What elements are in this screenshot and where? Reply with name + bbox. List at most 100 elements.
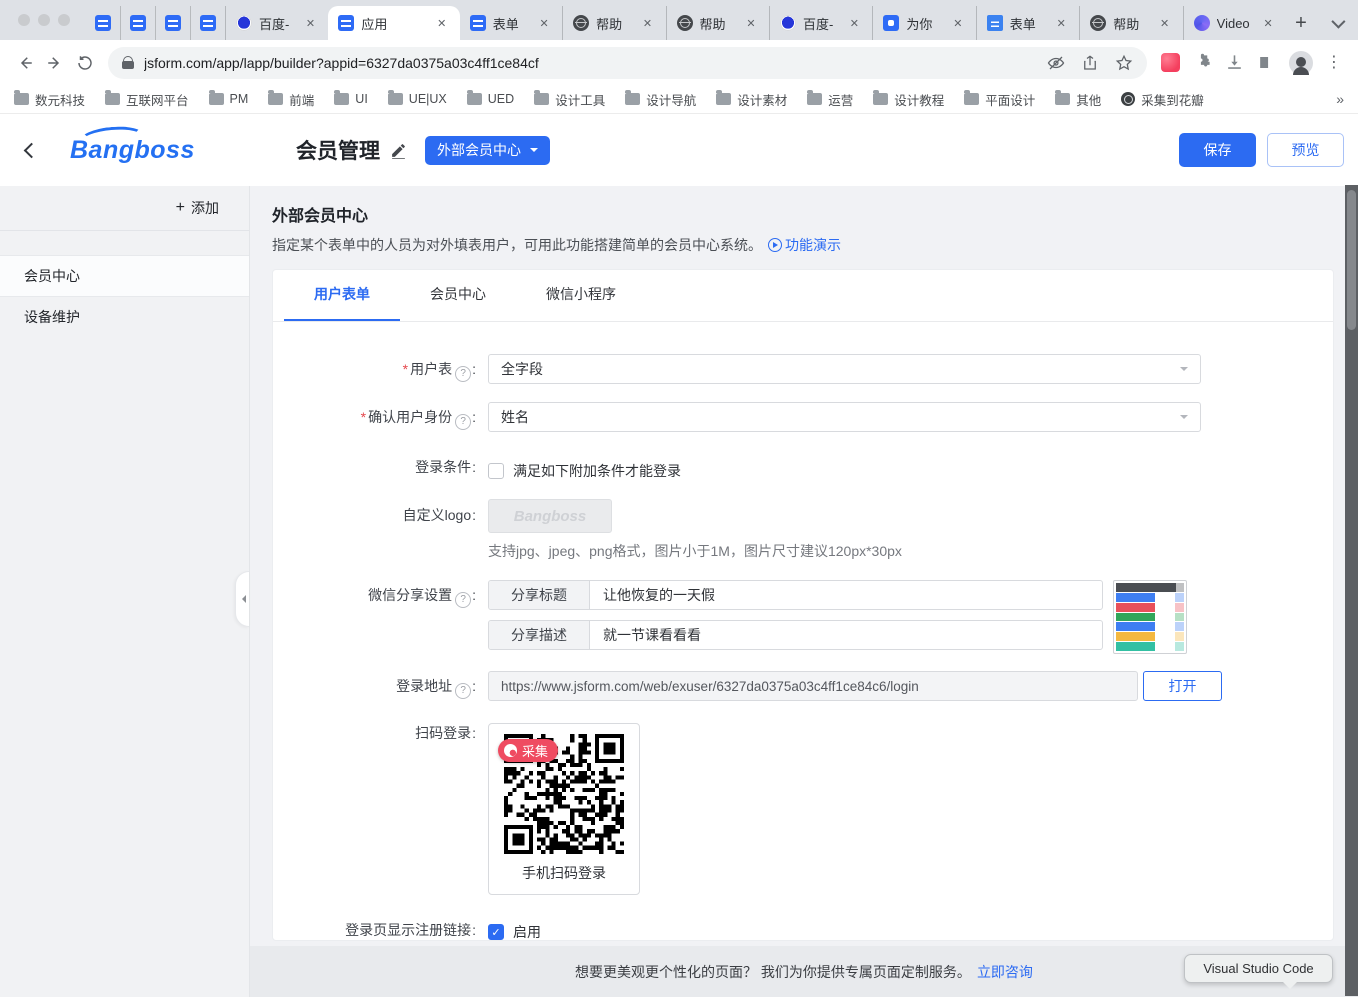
browser-tab[interactable]: 为你: [872, 6, 975, 40]
browser-tab[interactable]: 帮助: [666, 6, 769, 40]
browser-tab[interactable]: 百度-: [769, 6, 872, 40]
close-icon[interactable]: [640, 15, 656, 31]
huaban-extension-icon[interactable]: [1161, 53, 1180, 72]
downloads-icon[interactable]: [1225, 53, 1244, 72]
doc-icon: [987, 15, 1003, 31]
feature-demo-link[interactable]: 功能演示: [768, 235, 841, 255]
bookmark-label: 前端: [289, 90, 314, 109]
identity-row: 确认用户身份 姓名: [273, 402, 1333, 432]
browser-tab[interactable]: 表单: [460, 6, 562, 40]
browser-tab[interactable]: 应用: [328, 6, 459, 40]
browser-tab[interactable]: 百度-: [225, 6, 328, 40]
bookmark-item[interactable]: 设计工具: [534, 90, 605, 109]
close-icon[interactable]: [950, 15, 966, 31]
browser-menu-icon[interactable]: [1326, 55, 1342, 71]
help-icon[interactable]: [455, 683, 471, 699]
logo-upload-preview[interactable]: Bangboss: [488, 499, 612, 533]
address-bar[interactable]: jsform.com/app/lapp/builder?appid=6327da…: [108, 47, 1147, 79]
close-icon[interactable]: [536, 15, 552, 31]
close-window-button[interactable]: [18, 14, 30, 26]
bookmark-item[interactable]: 前端: [268, 90, 314, 109]
close-icon[interactable]: [1157, 15, 1173, 31]
share-title-input[interactable]: 让他恢复的一天假: [590, 581, 1102, 609]
bookmark-item[interactable]: 设计教程: [873, 90, 944, 109]
sidebar-item[interactable]: 会员中心: [0, 256, 249, 297]
close-icon[interactable]: [743, 15, 759, 31]
close-icon[interactable]: [846, 15, 862, 31]
minimize-window-button[interactable]: [38, 14, 50, 26]
add-page-button[interactable]: 添加: [0, 186, 249, 231]
share-icon[interactable]: [1081, 54, 1099, 72]
bookmark-item[interactable]: 平面设计: [964, 90, 1035, 109]
identity-select[interactable]: 姓名: [488, 402, 1201, 432]
consult-link[interactable]: 立即咨询: [977, 962, 1033, 982]
browser-tab[interactable]: 帮助: [1079, 6, 1182, 40]
pinned-tab[interactable]: [120, 6, 155, 40]
pinned-tab[interactable]: [190, 6, 225, 40]
bookmark-item[interactable]: 其他: [1055, 90, 1101, 109]
page-scrollbar[interactable]: [1345, 185, 1358, 996]
side-panel-icon[interactable]: [1257, 53, 1276, 72]
save-button[interactable]: 保存: [1179, 133, 1256, 167]
section-header: 外部会员中心 指定某个表单中的人员为对外填表用户，可用此功能搭建简单的会员中心系…: [250, 186, 1358, 252]
card-tab[interactable]: 微信小程序: [516, 270, 646, 321]
bookmark-item[interactable]: UI: [334, 92, 368, 106]
tab-search-chevron-icon[interactable]: [1316, 6, 1358, 40]
zoom-window-button[interactable]: [58, 14, 70, 26]
new-tab-button[interactable]: [1286, 6, 1316, 40]
register-link-checkbox[interactable]: [488, 924, 504, 940]
huaban-capture-badge[interactable]: 采集: [498, 739, 558, 762]
bookmark-item[interactable]: 采集到花瓣: [1121, 90, 1204, 109]
browser-tab[interactable]: 帮助: [562, 6, 665, 40]
sidebar-collapse-handle[interactable]: [235, 571, 249, 627]
extensions-puzzle-icon[interactable]: [1193, 53, 1212, 72]
custom-logo-label: 自定义logo: [273, 499, 488, 531]
folder-icon: [964, 93, 979, 105]
close-icon[interactable]: [302, 15, 318, 31]
browser-tab[interactable]: 表单: [976, 6, 1079, 40]
bookmarks-overflow-icon[interactable]: [1336, 91, 1344, 107]
help-icon[interactable]: [455, 414, 471, 430]
form-app-icon: [200, 15, 216, 31]
bookmark-star-icon[interactable]: [1115, 54, 1133, 72]
profile-avatar[interactable]: [1289, 51, 1313, 75]
back-button[interactable]: [10, 48, 40, 78]
tab-label: 帮助: [596, 14, 632, 33]
login-url-input[interactable]: https://www.jsform.com/web/exuser/6327da…: [488, 671, 1138, 701]
share-desc-input[interactable]: 就一节课看看看: [590, 621, 1102, 649]
browser-tab[interactable]: Video: [1183, 6, 1286, 40]
help-icon[interactable]: [455, 366, 471, 382]
forward-button[interactable]: [40, 48, 70, 78]
card-tab[interactable]: 用户表单: [284, 270, 400, 321]
bookmark-item[interactable]: UE|UX: [388, 92, 447, 106]
bookmark-item[interactable]: UED: [467, 92, 514, 106]
preview-button[interactable]: 预览: [1267, 133, 1344, 167]
pinned-tab[interactable]: [86, 6, 120, 40]
main-content: 外部会员中心 指定某个表单中的人员为对外填表用户，可用此功能搭建简单的会员中心系…: [250, 186, 1358, 997]
close-icon[interactable]: [434, 15, 450, 31]
user-table-select[interactable]: 全字段: [488, 354, 1201, 384]
bookmark-item[interactable]: 数元科技: [14, 90, 85, 109]
back-chevron-icon[interactable]: [18, 137, 44, 163]
bookmark-item[interactable]: 互联网平台: [105, 90, 189, 109]
eye-off-icon[interactable]: [1047, 54, 1065, 72]
reload-button[interactable]: [70, 48, 100, 78]
close-icon[interactable]: [1260, 15, 1276, 31]
card-tab[interactable]: 会员中心: [400, 270, 516, 321]
close-icon[interactable]: [1053, 15, 1069, 31]
open-url-button[interactable]: 打开: [1143, 671, 1222, 701]
bookmark-item[interactable]: 运营: [807, 90, 853, 109]
pinned-tab[interactable]: [155, 6, 190, 40]
bookmark-item[interactable]: PM: [209, 92, 249, 106]
bookmark-item[interactable]: 设计素材: [716, 90, 787, 109]
sidebar-item[interactable]: 设备维护: [0, 297, 249, 337]
help-icon[interactable]: [455, 592, 471, 608]
login-condition-checkbox[interactable]: [488, 463, 504, 479]
url-text[interactable]: jsform.com/app/lapp/builder?appid=6327da…: [144, 55, 539, 71]
edit-pencil-icon[interactable]: [390, 142, 407, 159]
bookmark-item[interactable]: 设计导航: [625, 90, 696, 109]
folder-icon: [873, 93, 888, 105]
share-thumbnail[interactable]: [1113, 580, 1187, 654]
chevron-down-icon: [1180, 415, 1188, 423]
app-switcher-button[interactable]: 外部会员中心: [425, 136, 550, 165]
